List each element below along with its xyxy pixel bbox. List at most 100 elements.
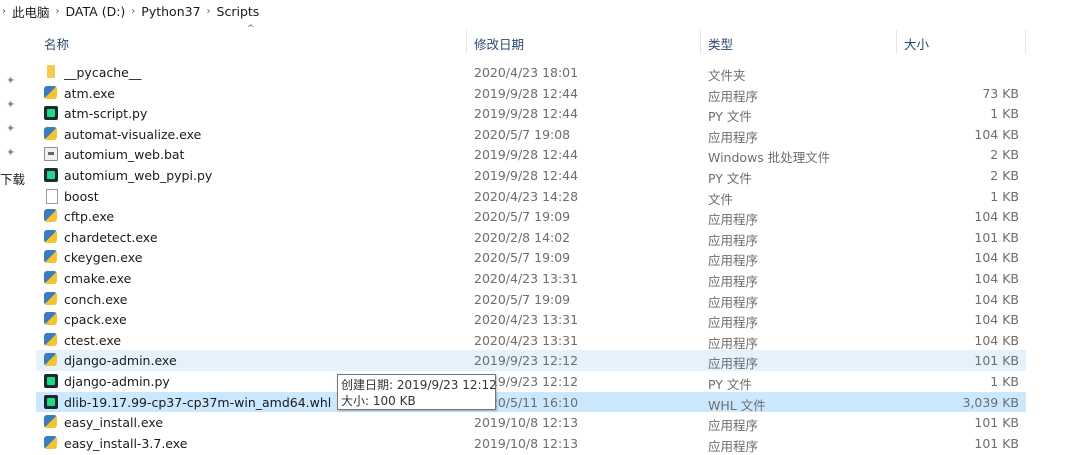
file-type: 应用程序 [708, 273, 759, 289]
file-modified-date: 2020/5/7 19:09 [474, 250, 571, 266]
file-modified-date: 2020/4/23 14:28 [474, 188, 579, 204]
pin-icon[interactable]: ✦ [6, 146, 20, 160]
pin-icon[interactable]: ✦ [6, 74, 20, 88]
column-divider[interactable] [896, 30, 897, 54]
file-name: atm-script.py [64, 106, 148, 122]
file-row[interactable]: boost 2020/4/23 14:28 文件 1 KB [36, 186, 1026, 207]
file-modified-date: 2020/5/7 19:08 [474, 126, 571, 142]
file-row[interactable]: easy_install.exe 2019/10/8 12:13 应用程序 101 K… [36, 412, 1026, 433]
file-row[interactable]: django-admin.py 2019/9/23 12:12 PY 文件 1 KB [36, 371, 1026, 392]
file-size: 101 KB [974, 415, 1019, 431]
column-header-size[interactable]: 大小 [904, 34, 929, 53]
file-icon [46, 188, 58, 204]
file-modified-date: 2019/9/28 12:44 [474, 106, 579, 122]
exe-icon [44, 126, 57, 140]
file-name: cpack.exe [64, 312, 127, 328]
file-type: 应用程序 [708, 253, 759, 269]
file-modified-date: 2020/5/7 19:09 [474, 291, 571, 307]
file-size: 2 KB [990, 167, 1019, 183]
breadcrumb-this-pc[interactable]: 此电脑 [8, 2, 54, 21]
exe-icon [44, 270, 57, 284]
exe-icon [44, 250, 57, 264]
column-header-name[interactable]: 名称 [44, 34, 69, 53]
file-row[interactable]: easy_install-3.7.exe 2019/10/8 12:13 应用程序 1… [36, 433, 1026, 454]
column-divider[interactable] [1025, 30, 1026, 54]
tooltip-size: 大小: 100 KB [341, 394, 416, 408]
breadcrumb-python37[interactable]: Python37 [137, 4, 204, 19]
file-name: ctest.exe [64, 332, 122, 348]
file-row[interactable]: ctest.exe 2020/4/23 13:31 应用程序 104 KB [36, 330, 1026, 351]
file-row[interactable]: automium_web_pypi.py 2019/9/28 12:44 PY 文件… [36, 165, 1026, 186]
pycharm-icon [44, 106, 58, 121]
file-row[interactable]: atm.exe 2019/9/28 12:44 应用程序 73 KB [36, 83, 1026, 104]
file-type: PY 文件 [708, 376, 752, 392]
file-type: 应用程序 [708, 212, 759, 228]
column-divider[interactable] [466, 30, 467, 54]
exe-icon [44, 209, 57, 223]
file-modified-date: 2020/2/8 14:02 [474, 229, 571, 245]
exe-icon [44, 312, 57, 326]
tooltip-created-date: 创建日期: 2019/9/23 12:12 [341, 378, 497, 392]
file-name: django-admin.exe [64, 353, 177, 369]
file-type: 应用程序 [708, 294, 759, 310]
column-header: 名称 修改日期 类型 大小 [36, 30, 1026, 54]
file-row[interactable]: ckeygen.exe 2020/5/7 19:09 应用程序 104 KB [36, 247, 1026, 268]
breadcrumb-data-drive[interactable]: DATA (D:) [62, 4, 130, 19]
column-header-type[interactable]: 类型 [708, 34, 733, 53]
file-type: 应用程序 [708, 88, 759, 104]
file-type: 应用程序 [708, 356, 759, 372]
file-type: 文件 [708, 191, 734, 207]
column-divider[interactable] [700, 30, 701, 54]
file-size: 104 KB [974, 270, 1019, 286]
file-name: dlib-19.17.99-cp37-cp37m-win_amd64.whl [64, 394, 332, 410]
file-size: 104 KB [974, 209, 1019, 225]
file-row[interactable]: chardetect.exe 2020/2/8 14:02 应用程序 101 KB [36, 227, 1026, 248]
column-header-date[interactable]: 修改日期 [474, 34, 524, 53]
file-type: 应用程序 [708, 438, 759, 454]
folder-icon [47, 65, 55, 78]
file-row[interactable]: automat-visualize.exe 2020/5/7 19:08 应用程序 1… [36, 124, 1026, 145]
file-row[interactable]: dlib-19.17.99-cp37-cp37m-win_amd64.whl 20… [36, 391, 1026, 413]
file-row[interactable]: cmake.exe 2020/4/23 13:31 应用程序 104 KB [36, 268, 1026, 289]
file-modified-date: 2020/4/23 13:31 [474, 312, 579, 328]
pycharm-icon [44, 394, 58, 409]
file-type: 应用程序 [708, 129, 759, 145]
file-size: 104 KB [974, 126, 1019, 142]
file-size: 1 KB [990, 188, 1019, 204]
pin-icon[interactable]: ✦ [6, 122, 20, 136]
chevron-right-icon: › [206, 5, 211, 17]
bat-icon [44, 147, 58, 162]
file-name: __pycache__ [64, 65, 142, 80]
file-row[interactable]: conch.exe 2020/5/7 19:09 应用程序 104 KB [36, 289, 1026, 310]
file-type: PY 文件 [708, 109, 752, 125]
file-row[interactable]: django-admin.exe 2019/9/23 12:12 应用程序 101 K… [36, 350, 1026, 371]
file-name: automium_web_pypi.py [64, 167, 213, 183]
file-type: 应用程序 [708, 232, 759, 248]
file-row[interactable]: automium_web.bat 2019/9/28 12:44 Windows 批… [36, 144, 1026, 165]
file-row[interactable]: __pycache__ 2020/4/23 18:01 文件夹 [36, 62, 1026, 83]
file-size: 101 KB [974, 435, 1019, 451]
pin-icon[interactable]: ✦ [6, 98, 20, 112]
file-modified-date: 2019/10/8 12:13 [474, 435, 579, 451]
file-type: Windows 批处理文件 [708, 150, 831, 166]
file-name: easy_install.exe [64, 415, 164, 431]
file-row[interactable]: cftp.exe 2020/5/7 19:09 应用程序 104 KB [36, 206, 1026, 227]
file-type: WHL 文件 [708, 397, 766, 413]
file-size: 104 KB [974, 332, 1019, 348]
file-name: automium_web.bat [64, 147, 185, 163]
chevron-right-icon: › [131, 5, 136, 17]
file-size: 101 KB [974, 229, 1019, 245]
file-modified-date: 2019/9/28 12:44 [474, 147, 579, 163]
file-row[interactable]: cpack.exe 2020/4/23 13:31 应用程序 104 KB [36, 309, 1026, 330]
file-size: 104 KB [974, 291, 1019, 307]
exe-icon [44, 291, 57, 305]
sidebar-item-downloads[interactable]: 下载 [0, 169, 25, 188]
exe-icon [44, 229, 57, 243]
file-modified-date: 2020/4/23 13:31 [474, 332, 579, 348]
file-modified-date: 2019/9/28 12:44 [474, 167, 579, 183]
pycharm-icon [44, 167, 58, 182]
exe-icon [44, 353, 57, 367]
file-row[interactable]: atm-script.py 2019/9/28 12:44 PY 文件 1 KB [36, 103, 1026, 124]
breadcrumb-scripts[interactable]: Scripts [213, 4, 264, 19]
file-size: 104 KB [974, 250, 1019, 266]
